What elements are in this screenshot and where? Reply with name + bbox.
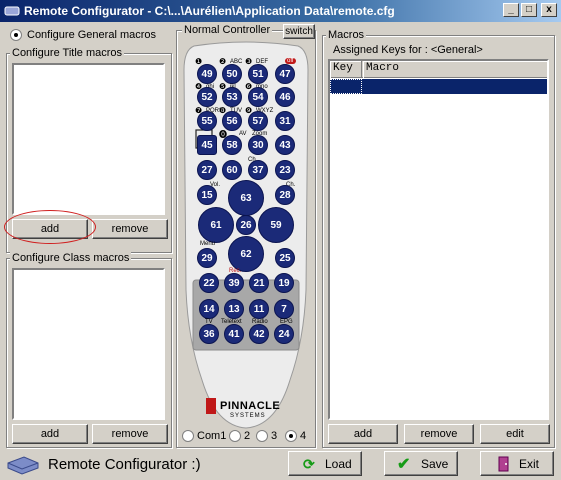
key-15[interactable]: 15 [197,185,217,205]
pinnacle-logo: PINNACLE [220,400,281,412]
column-header-macro[interactable]: Macro [363,61,547,78]
selected-table-row[interactable] [330,79,547,94]
general-macros-label: Configure General macros [27,29,157,41]
class-macros-list[interactable] [12,268,165,420]
macros-table-header: Key Macro [330,61,547,78]
macros-legend: Macros [326,29,367,41]
key-55[interactable]: 55 [197,111,217,131]
key-11[interactable]: 11 [249,299,269,319]
title-remove-button[interactable]: remove [92,219,168,239]
macro-edit-button[interactable]: edit [480,424,550,444]
com3-radio[interactable] [256,430,268,442]
class-macros-legend: Configure Class macros [10,252,132,264]
maximize-button[interactable]: □ [521,3,537,17]
num-3-badge: ❸ [245,57,253,66]
refresh-icon: ⟳ [303,456,315,472]
key-50[interactable]: 50 [222,64,242,84]
key-46[interactable]: 46 [275,87,295,107]
key-43[interactable]: 43 [275,135,295,155]
key-13[interactable]: 13 [224,299,244,319]
macro-add-button[interactable]: add [328,424,398,444]
highlight-ellipse [4,210,96,244]
key-7[interactable]: 7 [274,299,294,319]
key-58[interactable]: 58 [222,135,242,155]
exit-label: Exit [519,457,540,471]
com3-label: 3 [271,430,278,442]
class-add-button[interactable]: add [12,424,88,444]
key-52[interactable]: 52 [197,87,217,107]
exit-button[interactable]: Exit [480,451,554,476]
general-macros-radio[interactable] [10,29,22,41]
key-60[interactable]: 60 [222,160,242,180]
assigned-keys-label: Assigned Keys for : <General> [333,44,483,56]
num-2-badge: ❷ [219,57,227,66]
key-30[interactable]: 30 [248,135,268,155]
key-29[interactable]: 29 [197,248,217,268]
av-label: AV [239,131,247,137]
key-37[interactable]: 37 [248,160,268,180]
key-56[interactable]: 56 [222,111,242,131]
key-14[interactable]: 14 [199,299,219,319]
key-19[interactable]: 19 [274,273,294,293]
minimize-button[interactable]: _ [503,3,519,17]
key-25[interactable]: 25 [275,248,295,268]
exit-door-icon [498,456,509,472]
key-49[interactable]: 49 [197,64,217,84]
com1-label: Com1 [197,430,227,442]
key-24[interactable]: 24 [274,324,294,344]
class-remove-button[interactable]: remove [92,424,168,444]
com1-radio[interactable] [182,430,194,442]
key-39[interactable]: 39 [224,273,244,293]
save-label: Save [421,457,449,471]
key-47[interactable]: 47 [275,64,295,84]
title-macros-list[interactable] [12,63,165,215]
menu-label: Menu [200,241,216,247]
key-54[interactable]: 54 [248,87,268,107]
key-62[interactable]: 62 [228,236,264,272]
com4-radio[interactable] [285,430,297,442]
key-53[interactable]: 53 [222,87,242,107]
remote-logo-icon [7,456,39,475]
controller-legend: Normal Controller [182,24,273,36]
key-26[interactable]: 26 [236,215,256,235]
key-63[interactable]: 63 [228,180,264,216]
off-label: off [285,58,296,64]
key-21[interactable]: 21 [249,273,269,293]
key-28[interactable]: 28 [275,185,295,205]
key-59[interactable]: 59 [258,207,294,243]
key-23[interactable]: 23 [275,160,295,180]
checkmark-icon: ✔ [397,456,411,473]
title-bar: Remote Configurator - C:\...\Aurélien\Ap… [0,0,561,22]
com4-label: 4 [300,430,307,442]
key-61[interactable]: 61 [198,207,234,243]
key-22[interactable]: 22 [199,273,219,293]
key-51[interactable]: 51 [248,64,268,84]
app-name-label: Remote Configurator :) [48,456,201,473]
key-27[interactable]: 27 [197,160,217,180]
window-title: Remote Configurator - C:\...\Aurélien\Ap… [24,4,395,18]
com2-radio[interactable] [229,430,241,442]
key-41[interactable]: 41 [224,324,244,344]
key-45[interactable]: 45 [197,135,217,155]
selected-row-focus [330,79,362,94]
switch-button[interactable]: switch [283,24,315,39]
com2-label: 2 [244,430,251,442]
macro-remove-button[interactable]: remove [404,424,474,444]
save-button[interactable]: ✔ Save [384,451,458,476]
key-42[interactable]: 42 [249,324,269,344]
key-31[interactable]: 31 [275,111,295,131]
title-macros-legend: Configure Title macros [10,47,125,59]
pinnacle-systems-label: SYSTEMS [230,413,266,419]
load-label: Load [325,457,352,471]
macros-table[interactable]: Key Macro [328,59,549,420]
load-button[interactable]: ⟳ Load [288,451,362,476]
key-36[interactable]: 36 [199,324,219,344]
close-button[interactable]: x [541,3,557,17]
key-57[interactable]: 57 [248,111,268,131]
column-header-key[interactable]: Key [330,61,362,78]
remote-app-icon [4,6,20,16]
